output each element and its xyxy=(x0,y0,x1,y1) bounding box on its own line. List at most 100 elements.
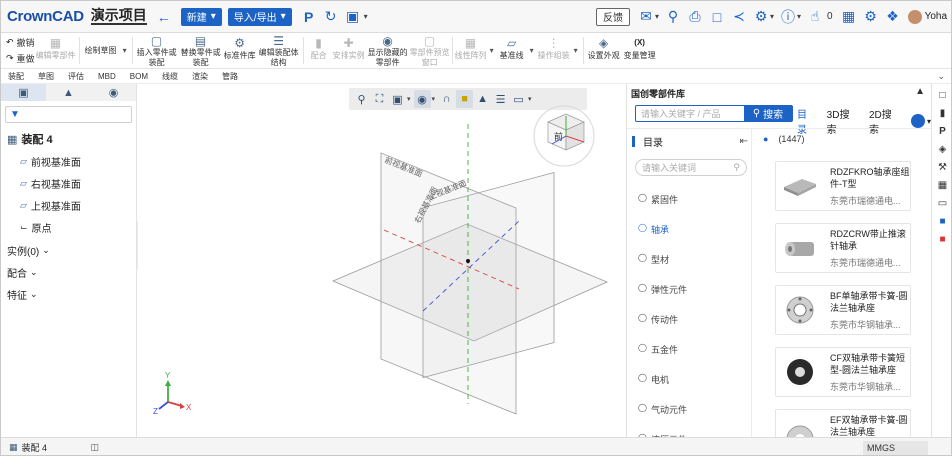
tab-mbd[interactable]: MBD xyxy=(91,72,123,81)
tree-section-features[interactable]: 特征 ⌄ xyxy=(7,287,136,302)
category-motors[interactable]: ◯ 电机 xyxy=(638,373,687,403)
tree-section-mates[interactable]: 配合 ⌄ xyxy=(7,265,136,280)
category-pneumatic[interactable]: ◯ 气动元件 xyxy=(638,403,687,433)
settings-gear-icon[interactable]: ⚙ xyxy=(751,6,771,28)
part-card[interactable]: BF单轴承带卡簧-圆法兰轴承座 东莞市华钢轴承... xyxy=(775,285,911,335)
book-icon[interactable]: ▭ xyxy=(936,196,950,210)
draw-sketch-button[interactable]: 绘制草图 xyxy=(82,33,120,68)
lock-icon[interactable]: ▲ xyxy=(915,86,925,97)
feedback-button[interactable]: 反馈 xyxy=(595,7,630,26)
print-icon[interactable]: ⎙ xyxy=(685,6,705,28)
apps-grid-icon[interactable]: ▦ xyxy=(839,6,859,28)
category-bearings[interactable]: ◯ 轴承 xyxy=(638,223,687,253)
refresh-icon[interactable]: ↻ xyxy=(320,6,342,28)
chevron-down-icon[interactable]: ▾ xyxy=(364,12,368,21)
assembly-root[interactable]: ▦ 装配 4 xyxy=(7,131,136,147)
grid-icon[interactable]: ▦ xyxy=(936,178,950,192)
catalog-label: 目录 xyxy=(643,137,663,149)
import-export-button[interactable]: 导入/导出 ▾ xyxy=(227,7,292,26)
gear-icon[interactable]: ⚙ xyxy=(861,6,881,28)
arrange-instance-button[interactable]: ✚ 安排实例 xyxy=(332,33,366,68)
show-hidden-button[interactable]: ◉ 显示隐藏的零部件 xyxy=(366,33,410,68)
view-cube[interactable]: 前 xyxy=(533,105,595,167)
video-icon[interactable]: ▮ xyxy=(936,106,950,120)
catalog-search-input[interactable]: 请输入关键词 ⚲ xyxy=(635,159,747,176)
branch-icon[interactable]: P xyxy=(298,6,320,28)
store-icon[interactable]: ■ xyxy=(936,232,950,246)
part-preview-button[interactable]: ▢ 零部件预览窗口 xyxy=(410,33,450,68)
wrench-icon[interactable]: ⚒ xyxy=(936,160,950,174)
tab-menu-icon[interactable]: ◫ xyxy=(90,442,99,453)
parking-icon[interactable]: P xyxy=(936,124,950,138)
tab-sketch[interactable]: 草图 xyxy=(31,71,61,82)
part-card[interactable]: CF双轴承带卡簧短型-圆法兰轴承座 东莞市华钢轴承... xyxy=(775,347,911,397)
chevron-down-icon[interactable]: ▾ xyxy=(530,46,534,55)
category-elastic[interactable]: ◯ 弹性元件 xyxy=(638,283,687,313)
project-title[interactable]: 演示项目 xyxy=(90,8,147,25)
chevron-down-icon[interactable]: ▾ xyxy=(490,46,494,55)
folder-icon[interactable]: □ xyxy=(936,88,950,102)
save-icon[interactable]: ▣ xyxy=(342,6,364,28)
tree-filter-input[interactable]: ▼ xyxy=(5,106,132,123)
back-arrow-icon[interactable]: ← xyxy=(153,6,175,28)
instance-op-button[interactable]: ⋮ 操作组装 xyxy=(537,33,571,68)
search-icon[interactable]: ⚲ xyxy=(663,6,683,28)
standard-lib-button[interactable]: ⚙ 标准件库 xyxy=(223,33,257,68)
new-button[interactable]: 新建 ▾ xyxy=(180,7,222,26)
globe-icon[interactable] xyxy=(911,114,925,128)
category-transmission[interactable]: ◯ 传动件 xyxy=(638,313,687,343)
cube-icon[interactable]: ◈ xyxy=(936,142,950,156)
tab-bom[interactable]: BOM xyxy=(123,72,155,81)
3d-viewport[interactable]: ⚲ ⛶ ▣ ▾ ◉ ▾ ∩ ■ ▲ ☰ ▭ ▾ 前视基准面 上视基准面 右视基准面 xyxy=(138,84,626,437)
unit-selector[interactable]: MMGS xyxy=(863,441,928,455)
tab-properties[interactable]: ▲ xyxy=(46,84,91,101)
tab-assembly[interactable]: 装配 xyxy=(1,71,31,82)
tree-item-right-plane[interactable]: ▱ 右视基准面 xyxy=(20,176,136,191)
replace-part-button[interactable]: ▤ 替换零件或装配 xyxy=(179,33,223,68)
document-tab[interactable]: ▦ 装配 4 ◫ xyxy=(9,441,99,454)
chevron-down-icon[interactable]: ▾ xyxy=(123,46,127,55)
part-card[interactable]: RDZFKRO轴承座组件-T型 东莞市瑞德通电... xyxy=(775,161,911,211)
tree-item-origin[interactable]: ⌙ 原点 xyxy=(20,220,136,235)
linear-pattern-button[interactable]: ▦ 线性阵列 xyxy=(455,33,487,68)
share-icon[interactable]: ≺ xyxy=(729,6,749,28)
comment-icon[interactable]: □ xyxy=(707,6,727,28)
set-appearance-button[interactable]: ◈ 设置外观 xyxy=(586,33,622,68)
category-hardware[interactable]: ◯ 五金件 xyxy=(638,343,687,373)
category-profiles[interactable]: ◯ 型材 xyxy=(638,253,687,283)
part-card[interactable]: RDZCRW带止推滚针轴承 东莞市瑞德通电... xyxy=(775,223,911,273)
chevron-down-icon[interactable]: ▾ xyxy=(574,46,578,55)
like-icon[interactable]: ☝ xyxy=(805,6,825,28)
chevron-down-icon[interactable]: ▾ xyxy=(655,12,659,21)
tab-feature-tree[interactable]: ▣ xyxy=(1,84,46,101)
category-fasteners[interactable]: ◯ 紧固件 xyxy=(638,193,687,223)
mail-icon[interactable]: ✉ xyxy=(636,6,656,28)
edit-part-button[interactable]: ▦ 编辑零部件 xyxy=(35,33,77,68)
user-menu[interactable]: Yoha xyxy=(907,9,947,24)
library-search-button[interactable]: ⚲ 搜索 xyxy=(744,106,792,121)
library-search-input[interactable]: 请输入关键字 / 产品 xyxy=(636,107,744,120)
tab-piping[interactable]: 管路 xyxy=(215,71,245,82)
plugin-icon[interactable]: ❖ xyxy=(883,6,903,28)
mate-button[interactable]: ▮ 配合 xyxy=(306,33,332,68)
tree-item-top-plane[interactable]: ▱ 上视基准面 xyxy=(20,198,136,213)
library-icon[interactable]: ■ xyxy=(936,214,950,228)
chevron-down-icon[interactable]: ▾ xyxy=(797,12,801,21)
datum-line-button[interactable]: ▱ 基准线 xyxy=(497,33,527,68)
help-icon[interactable]: ⓘ xyxy=(778,6,798,28)
edit-assembly-button[interactable]: ☰ 编辑装配体结构 xyxy=(257,33,301,68)
insert-part-button[interactable]: ▢ 插入零件或装配 xyxy=(135,33,179,68)
tree-item-front-plane[interactable]: ▱ 前视基准面 xyxy=(20,154,136,169)
variable-mgmt-button[interactable]: (X) 变量管理 xyxy=(622,33,658,68)
part-card[interactable]: EF双轴承带卡簧-圆法兰轴承座 xyxy=(775,409,911,439)
collapse-catalog-icon[interactable]: ⇤ xyxy=(740,136,748,147)
chevron-down-icon[interactable]: ▾ xyxy=(770,12,774,21)
undo-button[interactable]: ↶ 撤销 xyxy=(6,36,35,49)
collapse-ribbon-icon[interactable]: ⌄ xyxy=(937,71,945,82)
tree-section-instances[interactable]: 实例(0) ⌄ xyxy=(7,243,136,258)
tab-cable[interactable]: 线缆 xyxy=(155,71,185,82)
redo-button[interactable]: ↷ 重做 xyxy=(6,52,35,65)
tab-appearance[interactable]: ◉ xyxy=(91,84,136,101)
tab-render[interactable]: 渲染 xyxy=(185,71,215,82)
tab-evaluate[interactable]: 评估 xyxy=(61,71,91,82)
